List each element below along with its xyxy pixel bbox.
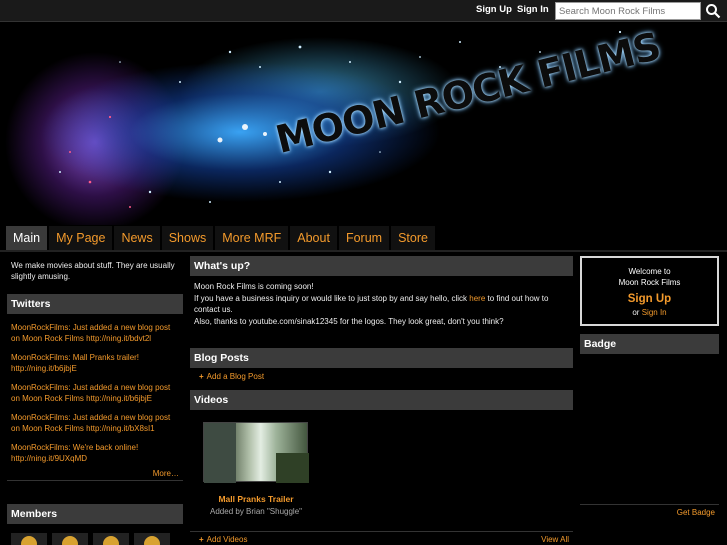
tab-my-page[interactable]: My Page (49, 226, 113, 250)
whats-up-line: Also, thanks to youtube.com/sinak12345 f… (194, 316, 504, 326)
top-signin-link[interactable]: Sign In (517, 4, 549, 15)
videos-header: Videos (190, 390, 573, 410)
welcome-site-name: Moon Rock Films (618, 278, 681, 287)
plus-icon: + (199, 535, 204, 544)
badge-header: Badge (580, 334, 719, 354)
add-videos-link[interactable]: + Add Videos (190, 535, 247, 544)
site-banner: MOON ROCK FILMS (0, 22, 727, 225)
nav-divider (0, 250, 727, 252)
whats-up-header: What's up? (190, 256, 573, 276)
tweet-item[interactable]: MoonRockFilms: We're back online! http:/… (7, 442, 183, 464)
welcome-signin-link[interactable]: Sign In (642, 308, 667, 317)
tweet-item[interactable]: MoonRockFilms: Just added a new blog pos… (7, 412, 183, 434)
left-column: We make movies about stuff. They are usu… (7, 256, 183, 545)
members-header: Members (7, 504, 183, 524)
video-author: Added by Brian "Shuggle" (210, 507, 302, 516)
tweet-item[interactable]: MoonRockFilms: Just added a new blog pos… (7, 322, 183, 344)
right-column: Welcome to Moon Rock Films Sign Up or Si… (580, 256, 719, 520)
badge-area (580, 354, 719, 504)
top-bar: Sign Up Sign In (0, 0, 727, 22)
tweet-item[interactable]: MoonRockFilms: Mall Pranks trailer! http… (7, 352, 183, 374)
main-nav: Main My Page News Shows More MRF About F… (6, 226, 437, 250)
whats-up-text: If you have a business inquiry or would … (194, 293, 470, 303)
welcome-signup-link[interactable]: Sign Up (582, 293, 717, 305)
search-input[interactable] (555, 2, 701, 20)
tweet-item[interactable]: MoonRockFilms: Just added a new blog pos… (7, 382, 183, 404)
add-blog-post-label: Add a Blog Post (206, 372, 265, 381)
welcome-box: Welcome to Moon Rock Films Sign Up or Si… (580, 256, 719, 326)
twitters-header: Twitters (7, 294, 183, 314)
top-signup-link[interactable]: Sign Up (476, 4, 512, 15)
tab-news[interactable]: News (114, 226, 160, 250)
site-description: We make movies about stuff. They are usu… (11, 261, 175, 281)
tab-shows[interactable]: Shows (161, 226, 214, 250)
add-videos-label: Add Videos (206, 535, 248, 544)
tab-main[interactable]: Main (6, 226, 48, 250)
search-icon[interactable] (705, 3, 721, 19)
member-avatar[interactable] (134, 533, 170, 545)
blog-posts-header: Blog Posts (190, 348, 573, 368)
view-all-videos-link[interactable]: View All (541, 535, 569, 544)
plus-icon: + (199, 372, 204, 381)
main-column: What's up? Moon Rock Films is coming soo… (190, 256, 573, 544)
whats-up-line: If you have a business inquiry or would … (194, 293, 569, 316)
members-section: Members (7, 504, 183, 545)
video-thumbnail[interactable] (203, 422, 309, 483)
member-avatar[interactable] (11, 533, 47, 545)
tab-forum[interactable]: Forum (338, 226, 390, 250)
welcome-signin-line: or Sign In (582, 308, 717, 317)
more-twitters-link[interactable]: More… (7, 467, 183, 481)
whats-up-body: Moon Rock Films is coming soon! If you h… (190, 276, 573, 348)
twitter-feed: MoonRockFilms: Just added a new blog pos… (7, 322, 183, 464)
get-badge-link[interactable]: Get Badge (580, 504, 719, 520)
member-avatar[interactable] (93, 533, 129, 545)
tab-about[interactable]: About (290, 226, 337, 250)
tab-store[interactable]: Store (391, 226, 435, 250)
video-item: Mall Pranks Trailer Added by Brian "Shug… (190, 410, 573, 538)
welcome-text: Welcome to (628, 267, 671, 276)
tab-more-mrf[interactable]: More MRF (215, 226, 289, 250)
contact-here-link[interactable]: here (469, 294, 485, 303)
member-avatar[interactable] (52, 533, 88, 545)
whats-up-line: Moon Rock Films is coming soon! (194, 282, 314, 291)
members-grid (7, 533, 183, 545)
add-blog-post-link[interactable]: + Add a Blog Post (190, 368, 573, 390)
videos-footer: + Add Videos View All (190, 531, 573, 545)
or-text: or (632, 308, 640, 317)
video-title-link[interactable]: Mall Pranks Trailer (190, 494, 322, 504)
